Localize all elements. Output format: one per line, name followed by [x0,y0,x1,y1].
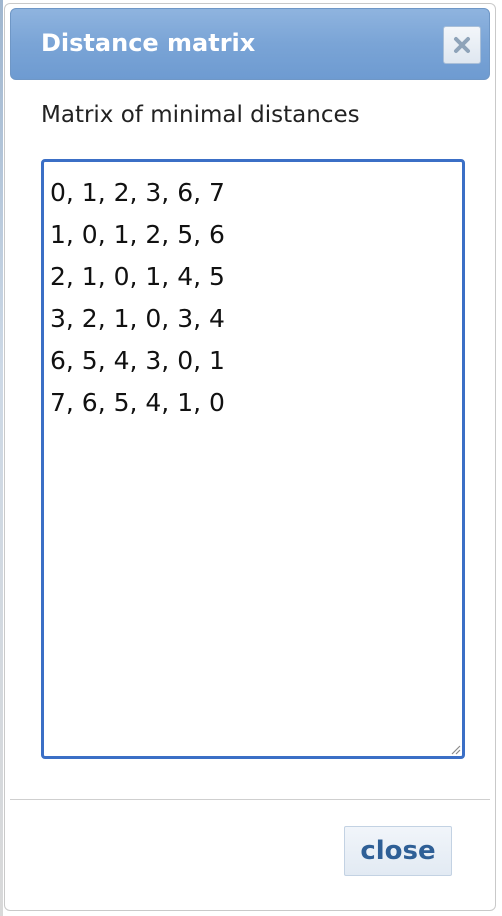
close-x-icon [454,37,470,53]
close-button[interactable]: close [344,826,452,876]
distance-matrix-textarea[interactable] [44,162,462,756]
matrix-prompt-label: Matrix of minimal distances [41,102,360,128]
dialog-footer-divider [10,799,490,800]
distance-matrix-dialog: Distance matrix Matrix of minimal distan… [4,3,496,911]
dialog-title: Distance matrix [41,29,256,57]
resize-grip-icon[interactable] [449,743,461,755]
close-icon-button[interactable] [443,26,481,64]
matrix-textarea-frame [41,159,465,759]
dialog-titlebar[interactable]: Distance matrix [10,8,490,80]
background-window-edge [0,0,3,916]
